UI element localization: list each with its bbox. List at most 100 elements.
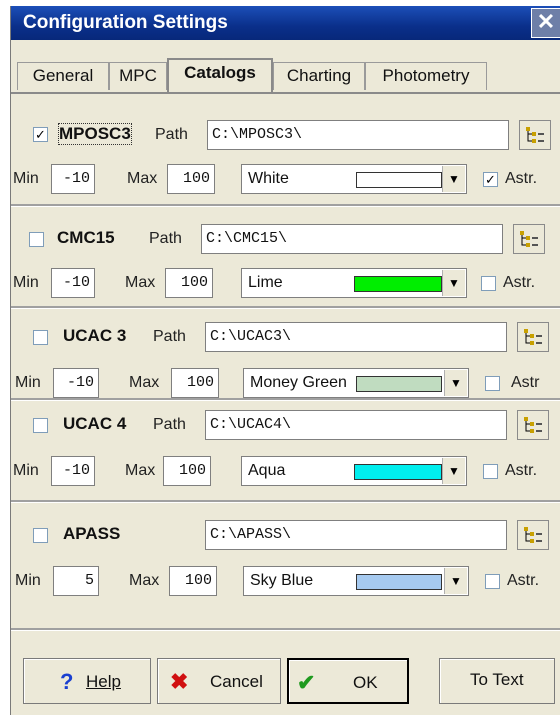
astr-checkbox[interactable] — [483, 464, 498, 479]
close-button[interactable]: ✕ — [531, 8, 560, 38]
tab-general[interactable]: General — [17, 62, 109, 90]
astr-checkbox[interactable] — [485, 376, 500, 391]
path-field[interactable]: C:\UCAC3\ — [205, 322, 507, 352]
window-title: Configuration Settings — [23, 12, 228, 33]
close-icon: ✕ — [536, 9, 556, 34]
astr-label: Astr. — [503, 274, 536, 291]
catalog-enable-checkbox[interactable] — [33, 418, 48, 433]
footer-divider — [11, 628, 560, 631]
ok-button[interactable]: ✔ OK — [287, 658, 409, 704]
catalog-section-ucac3: UCAC 3 Path C:\UCAC3\ Min -10 Max 100 Mo… — [11, 306, 560, 408]
astr-label: Astr. — [507, 572, 540, 589]
cancel-button[interactable]: ✖ Cancel — [157, 658, 281, 704]
astr-checkbox[interactable]: ✓ — [483, 172, 498, 187]
color-select[interactable]: Money Green ▼ — [243, 368, 469, 398]
max-label: Max — [129, 572, 160, 589]
help-button-label: Help — [86, 672, 121, 691]
color-name: Sky Blue — [250, 572, 314, 589]
color-swatch — [354, 276, 442, 292]
min-field[interactable]: -10 — [51, 164, 95, 194]
max-field[interactable]: 100 — [165, 268, 213, 298]
browse-button[interactable] — [517, 520, 549, 550]
min-field[interactable]: -10 — [53, 368, 99, 398]
catalog-name: UCAC 3 — [63, 326, 127, 345]
min-field[interactable]: -10 — [51, 268, 95, 298]
max-label: Max — [129, 374, 160, 391]
astr-checkbox[interactable] — [481, 276, 496, 291]
max-label: Max — [127, 170, 158, 187]
color-select[interactable]: White ▼ — [241, 164, 467, 194]
min-label: Min — [13, 170, 39, 187]
configuration-dialog: Configuration Settings ✕ General MPC Cat… — [10, 6, 560, 715]
section-divider — [11, 500, 560, 503]
chevron-down-icon: ▼ — [442, 458, 465, 484]
path-field[interactable]: C:\CMC15\ — [201, 224, 503, 254]
max-field[interactable]: 100 — [171, 368, 219, 398]
tab-strip: General MPC Catalogs Charting Photometry — [11, 40, 560, 94]
browse-button[interactable] — [517, 322, 549, 352]
min-label: Min — [15, 572, 41, 589]
catalog-enable-checkbox[interactable] — [29, 232, 44, 247]
min-field[interactable]: 5 — [53, 566, 99, 596]
catalog-enable-checkbox[interactable] — [33, 330, 48, 345]
catalog-section-apass: APASS C:\APASS\ Min 5 Max 100 Sky Blue ▼… — [11, 500, 560, 602]
chevron-down-icon: ▼ — [442, 166, 465, 192]
color-name: Money Green — [250, 374, 347, 391]
color-swatch — [354, 464, 442, 480]
tab-photometry[interactable]: Photometry — [365, 62, 487, 90]
folder-tree-icon — [524, 527, 542, 543]
folder-tree-icon — [526, 127, 544, 143]
color-select[interactable]: Aqua ▼ — [241, 456, 467, 486]
to-text-button[interactable]: To Text — [439, 658, 555, 704]
chevron-down-icon: ▼ — [444, 370, 467, 396]
max-field[interactable]: 100 — [163, 456, 211, 486]
path-label: Path — [149, 230, 182, 247]
browse-button[interactable] — [517, 410, 549, 440]
path-field[interactable]: C:\APASS\ — [205, 520, 507, 550]
color-swatch — [356, 574, 442, 590]
checkmark-icon: ✔ — [297, 670, 316, 695]
catalog-section-ucac4: UCAC 4 Path C:\UCAC4\ Min -10 Max 100 Aq… — [11, 398, 560, 500]
browse-button[interactable] — [519, 120, 551, 150]
astr-label: Astr. — [505, 462, 538, 479]
astr-checkbox[interactable] — [485, 574, 500, 589]
tab-catalogs[interactable]: Catalogs — [167, 58, 273, 92]
color-select[interactable]: Lime ▼ — [241, 268, 467, 298]
max-label: Max — [125, 462, 156, 479]
color-select[interactable]: Sky Blue ▼ — [243, 566, 469, 596]
max-field[interactable]: 100 — [167, 164, 215, 194]
section-divider — [11, 204, 560, 207]
chevron-down-icon: ▼ — [442, 270, 465, 296]
color-swatch — [356, 376, 442, 392]
folder-tree-icon — [524, 417, 542, 433]
browse-button[interactable] — [513, 224, 545, 254]
catalog-section-mposc3: ✓ MPOSC3 Path C:\MPOSC3\ Min -10 Max 100… — [11, 114, 560, 216]
path-field[interactable]: C:\MPOSC3\ — [207, 120, 509, 150]
folder-tree-icon — [524, 329, 542, 345]
catalog-enable-checkbox[interactable] — [33, 528, 48, 543]
section-divider — [11, 306, 560, 309]
min-field[interactable]: -10 — [51, 456, 95, 486]
help-button[interactable]: ? Help — [23, 658, 151, 704]
section-divider — [11, 398, 560, 401]
path-field[interactable]: C:\UCAC4\ — [205, 410, 507, 440]
tab-mpc[interactable]: MPC — [109, 62, 167, 90]
catalog-enable-checkbox[interactable]: ✓ — [33, 127, 48, 142]
astr-label: Astr. — [505, 170, 538, 187]
color-name: Lime — [248, 274, 283, 291]
catalog-name: APASS — [63, 524, 121, 543]
color-name: Aqua — [248, 462, 286, 479]
cancel-button-label: Cancel — [210, 672, 263, 691]
path-label: Path — [153, 416, 186, 433]
catalog-section-cmc15: CMC15 Path C:\CMC15\ Min -10 Max 100 Lim… — [11, 204, 560, 306]
folder-tree-icon — [520, 231, 538, 247]
catalog-name: CMC15 — [57, 228, 115, 247]
ok-button-label: OK — [353, 673, 378, 692]
cross-icon: ✖ — [170, 669, 189, 694]
path-label: Path — [153, 328, 186, 345]
tab-charting[interactable]: Charting — [273, 62, 365, 90]
color-name: White — [248, 170, 289, 187]
color-swatch — [356, 172, 442, 188]
max-field[interactable]: 100 — [169, 566, 217, 596]
min-label: Min — [15, 374, 41, 391]
